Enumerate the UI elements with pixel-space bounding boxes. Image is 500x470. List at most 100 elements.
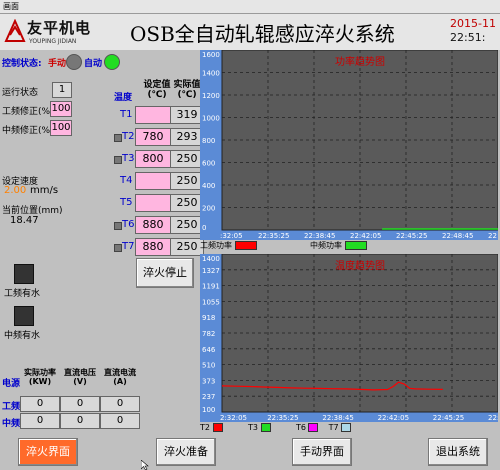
run-state-value: 1 — [52, 82, 72, 98]
mid-freq-water-label: 中频有水 — [4, 331, 41, 341]
temp-row-t2-set-value[interactable]: 780 — [135, 128, 171, 146]
time-text: 22:51: — [450, 31, 486, 44]
manual-indicator — [66, 54, 82, 70]
date-text: 2015-11 — [450, 17, 496, 30]
power-row-header: 电源 — [2, 379, 21, 389]
temp-ytick: 1055 — [202, 298, 220, 306]
manual-screen-button[interactable]: 手动界面 — [292, 438, 352, 466]
logo-text: 友平机电 — [27, 19, 92, 37]
power-xtick: 22:42:05 — [350, 232, 381, 240]
company-logo-icon — [4, 19, 26, 42]
power-freq-water-lamp — [14, 264, 34, 284]
temp-row-t3-label: T3 — [122, 153, 135, 164]
legend-t7-swatch — [341, 423, 352, 432]
legend-t7-label: T7 — [328, 423, 339, 432]
power-freq-dc-voltage: 0 — [60, 396, 100, 412]
temp-row-t2-label: T2 — [122, 131, 135, 142]
power-ytick: 800 — [202, 137, 215, 145]
temp-ytick: 1400 — [202, 255, 220, 263]
temp-row-t6-marker — [114, 222, 122, 230]
temp-row-t4-set-value[interactable] — [135, 172, 171, 190]
header: 友平机电 YOUPING JIDIAN OSB全自动轧辊感应淬火系统 2015-… — [0, 14, 500, 50]
manual-label: 手动 — [48, 59, 67, 69]
temp-ytick: 373 — [202, 377, 215, 385]
legend-t2-label: T2 — [200, 423, 210, 432]
quench-screen-button[interactable]: 淬火界面 — [18, 438, 78, 466]
position-value: 18.47 — [10, 215, 39, 226]
temp-row-t7-label: T7 — [122, 241, 135, 252]
control-status-label: 控制状态: — [2, 59, 42, 69]
legend-power-freq-swatch — [234, 241, 257, 250]
temp-trend-chart-svg: 1400 1327 1191 1055 918 782 646 510 373 237 100 2:3… — [200, 253, 500, 422]
power-xtick: 22:45:25 — [396, 232, 427, 240]
temp-row-t7-actual-value: 250 — [170, 238, 204, 256]
mid-freq-actual-power: 0 — [20, 413, 60, 429]
temp-ytick: 1191 — [202, 283, 220, 291]
temp-row-t5-actual-value: 250 — [170, 194, 204, 212]
power-chart-legend: 工频功率 — [200, 240, 257, 251]
power-trend-chart: 1600 1400 1200 1000 800 600 400 200 0:32:05 22:35… — [200, 49, 499, 240]
power-ytick: 1200 — [202, 92, 220, 100]
temp-row-t4-label: T4 — [120, 175, 133, 186]
window-titlebar: 画面 — [0, 0, 500, 14]
power-freq-correction-input[interactable]: 100 — [50, 101, 72, 117]
temp-row-t7-set-value[interactable]: 880 — [135, 238, 171, 256]
temp-xtick: 22:45:25 — [433, 414, 464, 422]
speed-value: 2.00 — [4, 185, 27, 196]
power-ytick: 1000 — [202, 115, 220, 123]
temp-row-t4-actual-value: 250 — [170, 172, 204, 190]
power-freq-actual-power: 0 — [20, 396, 60, 412]
temp-row-t3-marker — [114, 156, 122, 164]
exit-system-button[interactable]: 退出系统 — [428, 438, 488, 466]
power-row-label-mid-freq: 中频 — [2, 419, 21, 429]
power-ytick: 600 — [202, 160, 215, 168]
temp-chart-legend: T2 T3 T6 T7 — [200, 423, 500, 432]
power-xtick: 22:48:45 — [442, 232, 473, 240]
power-ytick: 200 — [202, 205, 215, 213]
power-trend-chart-svg: 1600 1400 1200 1000 800 600 400 200 0:32:05 22:35… — [200, 49, 499, 240]
temp-row-t2-marker — [114, 134, 122, 142]
power-col-header-actual: 实际功率 (KW) — [24, 368, 56, 386]
window-title: 画面 — [3, 2, 19, 11]
legend-t3-swatch — [260, 423, 271, 432]
temp-row-t5-set-value[interactable] — [135, 194, 171, 212]
mid-freq-water-lamp — [14, 306, 34, 326]
legend-t6-swatch — [308, 423, 319, 432]
temp-xtick: 22:35:25 — [267, 414, 298, 422]
quench-stop-button[interactable]: 淬火停止 — [136, 258, 194, 288]
power-title: 功率趋势图 — [335, 55, 385, 68]
temp-row-t1-set-value[interactable] — [135, 106, 171, 124]
quench-prepare-button[interactable]: 淬火准备 — [156, 438, 216, 466]
power-chart-legend-2: 中频功率 — [310, 240, 367, 251]
temp-ytick: 510 — [202, 362, 215, 370]
datetime: 2015-11 22:51: — [450, 17, 496, 45]
temp-title: 温度趋势图 — [335, 259, 385, 272]
temp-row-t7-marker — [114, 244, 122, 252]
mouse-cursor-icon — [141, 460, 149, 470]
temp-ytick: 237 — [202, 393, 215, 401]
mid-freq-dc-current: 0 — [100, 413, 140, 429]
power-col-header-current: 直流电流 (A) — [104, 368, 136, 386]
temp-ytick: 100 — [202, 406, 215, 414]
temp-row-t1-actual-value: 319 — [170, 106, 204, 124]
power-freq-water-label: 工频有水 — [4, 289, 41, 299]
legend-power-freq-label: 工频功率 — [200, 241, 232, 250]
mid-freq-dc-voltage: 0 — [60, 413, 100, 429]
legend-t3-label: T3 — [247, 423, 258, 432]
power-freq-correction-label: 工频修正(%) — [2, 107, 54, 117]
power-xtick: 22 — [488, 232, 497, 240]
temp-row-t1-label: T1 — [120, 109, 133, 120]
temp-row-t3-set-value[interactable]: 800 — [135, 150, 171, 168]
mid-freq-correction-input[interactable]: 100 — [50, 120, 72, 136]
temp-xtick: 2:32:05 — [220, 414, 247, 422]
run-state-label: 运行状态 — [2, 88, 39, 98]
temp-row-header: 温度 — [114, 93, 133, 103]
temp-row-t6-actual-value: 250 — [170, 216, 204, 234]
mid-freq-correction-label: 中频修正(%) — [2, 126, 54, 136]
temp-row-t3-actual-value: 250 — [170, 150, 204, 168]
temp-ytick: 918 — [202, 314, 215, 322]
temp-xtick: 22:48:45 — [488, 414, 498, 422]
legend-mid-freq-swatch — [344, 241, 367, 250]
temp-xtick: 22:38:45 — [322, 414, 353, 422]
temp-row-t6-set-value[interactable]: 880 — [135, 216, 171, 234]
